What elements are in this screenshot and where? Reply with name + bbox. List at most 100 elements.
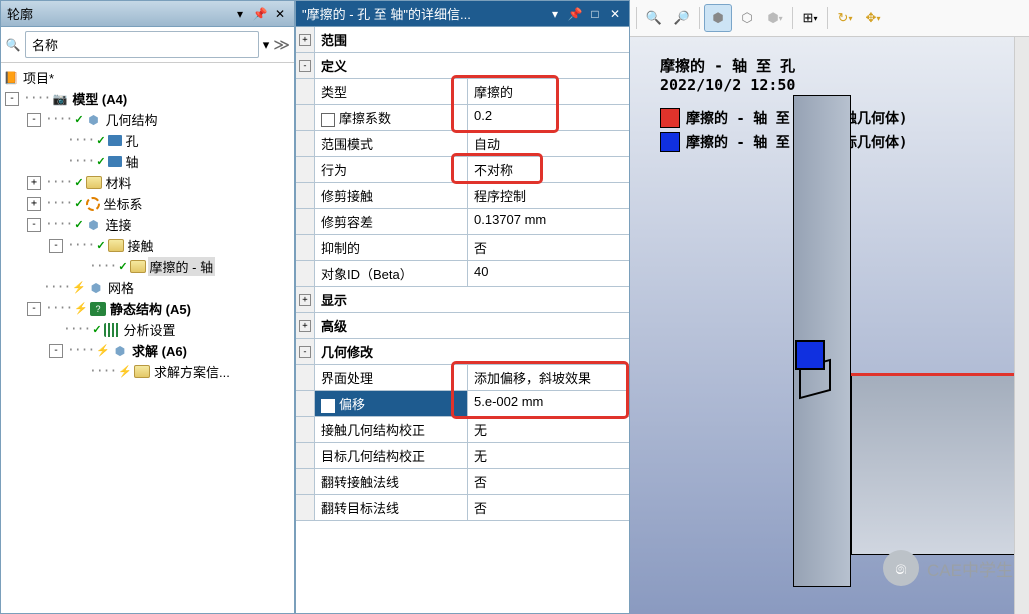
chevron-down-icon[interactable]: ▾ [547, 6, 563, 22]
folder-icon [134, 365, 150, 378]
twisty-icon[interactable]: + [27, 176, 41, 190]
twisty-icon[interactable]: - [49, 344, 63, 358]
model-icon: 📷 [52, 91, 68, 107]
row-flip-target[interactable]: 翻转目标法线否 [296, 495, 629, 521]
tree-analysis-settings[interactable]: ····✓分析设置 [1, 319, 294, 340]
tree-contacts[interactable]: -····✓接触 [1, 235, 294, 256]
scrollbar[interactable] [1014, 37, 1029, 614]
outline-tree: 📙项目* -····📷模型 (A4) -····✓⬢几何结构 ····✓孔 ··… [1, 63, 294, 613]
row-contact-corr[interactable]: 接触几何结构校正无 [296, 417, 629, 443]
wireframe-cube-icon[interactable]: ⬡ [734, 5, 760, 31]
tree-shaft[interactable]: ····✓轴 [1, 151, 294, 172]
check-icon: ✓ [118, 260, 127, 273]
outline-panel: 轮廓 ▾ 📌 ✕ 🔍 名称 ▾ ≫ 📙项目* -····📷模型 (A4) -··… [0, 0, 295, 614]
close-icon[interactable]: ✕ [272, 6, 288, 22]
legend-item: 摩擦的 - 轴 至 孔 (目标几何体) [660, 132, 907, 152]
chevron-down-icon[interactable]: ▾ [232, 6, 248, 22]
check-icon: ✓ [96, 239, 105, 252]
twisty-icon[interactable]: - [49, 239, 63, 253]
tree-connections[interactable]: -····✓⬢连接 [1, 214, 294, 235]
bolt-icon: ⚡ [72, 281, 86, 294]
check-icon: ✓ [74, 113, 83, 126]
twisty-icon[interactable]: - [27, 218, 41, 232]
row-target-corr[interactable]: 目标几何结构校正无 [296, 443, 629, 469]
zoom-in-icon[interactable]: 🔍 [641, 5, 667, 31]
twisty-icon[interactable]: - [5, 92, 19, 106]
check-icon: ✓ [74, 176, 83, 189]
view-toolbar: 🔍 🔎 ⬢ ⬡ ⬢▾ ⊞▾ ↻▾ ✥▾ [630, 0, 1029, 37]
outline-header: 轮廓 ▾ 📌 ✕ [1, 1, 294, 27]
pin-icon[interactable]: 📌 [567, 6, 583, 22]
tree-solution[interactable]: -····⚡⬢求解 (A6) [1, 340, 294, 361]
filter-dropdown-icon[interactable]: ▾ [263, 37, 270, 53]
geometry-plate-horizontal [851, 373, 1027, 555]
legend-item: 摩擦的 - 轴 至 孔 (接触几何体) [660, 108, 907, 128]
body-icon [108, 135, 122, 146]
highlight-box [451, 361, 629, 419]
swatch-red [660, 108, 680, 128]
tree-material[interactable]: +····✓材料 [1, 172, 294, 193]
details-header: "摩擦的 - 孔 至 轴"的详细信... ▾ 📌 □ ✕ [296, 1, 629, 27]
twisty-icon[interactable]: - [27, 302, 41, 316]
tree-static[interactable]: -····⚡?静态结构 (A5) [1, 298, 294, 319]
3d-view[interactable]: 摩擦的 - 轴 至 孔 2022/10/2 12:50 摩擦的 - 轴 至 孔 … [630, 37, 1029, 614]
row-trim-contact[interactable]: 修剪接触程序控制 [296, 183, 629, 209]
filter-bar: 🔍 名称 ▾ ≫ [1, 27, 294, 63]
row-trim-tol[interactable]: 修剪容差0.13707 mm [296, 209, 629, 235]
tree-geom[interactable]: -····✓⬢几何结构 [1, 109, 294, 130]
section-advanced[interactable]: +高级 [296, 313, 629, 339]
body-icon [108, 156, 122, 167]
twisty-icon[interactable]: + [27, 197, 41, 211]
tree-mesh[interactable]: ····⚡⬢网格 [1, 277, 294, 298]
view-timestamp: 2022/10/2 12:50 [660, 76, 907, 94]
details-grid: +范围 -定义 类型摩擦的 摩擦系数0.2 范围模式自动 行为不对称 修剪接触程… [296, 27, 629, 613]
mesh-icon: ⬢ [88, 280, 104, 296]
section-scope[interactable]: +范围 [296, 27, 629, 53]
csys-icon [86, 197, 100, 211]
row-suppressed[interactable]: 抑制的否 [296, 235, 629, 261]
filter-icon[interactable]: 🔍 [5, 37, 21, 53]
tree-hole[interactable]: ····✓孔 [1, 130, 294, 151]
details-panel: "摩擦的 - 孔 至 轴"的详细信... ▾ 📌 □ ✕ +范围 -定义 类型摩… [295, 0, 630, 614]
close-icon[interactable]: ✕ [607, 6, 623, 22]
details-title: "摩擦的 - 孔 至 轴"的详细信... [302, 4, 471, 23]
viewport-panel: 🔍 🔎 ⬢ ⬡ ⬢▾ ⊞▾ ↻▾ ✥▾ 摩擦的 - 轴 至 孔 2022/10/… [630, 0, 1029, 614]
checkbox-icon[interactable] [321, 399, 335, 413]
row-flip-contact[interactable]: 翻转接触法线否 [296, 469, 629, 495]
shaded-cube-icon[interactable]: ⬢ [704, 4, 732, 32]
bolt-icon: ⚡ [96, 344, 110, 357]
row-object-id[interactable]: 对象ID（Beta）40 [296, 261, 629, 287]
tree-project[interactable]: 📙项目* [1, 67, 294, 88]
geometry-icon: ⬢ [86, 112, 102, 128]
legend: 摩擦的 - 轴 至 孔 (接触几何体) 摩擦的 - 轴 至 孔 (目标几何体) [660, 108, 907, 152]
check-icon: ✓ [92, 323, 101, 336]
ghost-cube-icon[interactable]: ⬢▾ [762, 5, 788, 31]
maximize-icon[interactable]: □ [587, 6, 603, 22]
tree-csys[interactable]: +····✓坐标系 [1, 193, 294, 214]
highlight-box [451, 75, 559, 133]
folder-icon [108, 239, 124, 252]
twisty-icon[interactable]: - [27, 113, 41, 127]
folder-icon [86, 176, 102, 189]
section-display[interactable]: +显示 [296, 287, 629, 313]
swatch-blue [660, 132, 680, 152]
watermark: ෧ CAE中学生 [883, 550, 1013, 586]
split-view-icon[interactable]: ⊞▾ [797, 5, 823, 31]
check-icon: ✓ [96, 155, 105, 168]
tree-model[interactable]: -····📷模型 (A4) [1, 88, 294, 109]
check-icon: ✓ [96, 134, 105, 147]
checkbox-icon[interactable] [321, 113, 335, 127]
move-icon[interactable]: ✥▾ [860, 5, 886, 31]
zoom-out-icon[interactable]: 🔎 [669, 5, 695, 31]
settings-icon [104, 323, 120, 337]
filter-input[interactable]: 名称 [25, 31, 259, 58]
highlight-box [451, 153, 543, 184]
tree-solution-info[interactable]: ····⚡求解方案信... [1, 361, 294, 382]
bolt-icon: ⚡ [74, 302, 88, 315]
refresh-icon[interactable]: ↻▾ [832, 5, 858, 31]
check-icon: ✓ [74, 197, 83, 210]
pin-icon[interactable]: 📌 [252, 6, 268, 22]
check-icon: ✓ [74, 218, 83, 231]
tree-friction-item[interactable]: ····✓摩擦的 - 轴 [1, 256, 294, 277]
filter-more-icon[interactable]: ≫ [273, 35, 290, 55]
